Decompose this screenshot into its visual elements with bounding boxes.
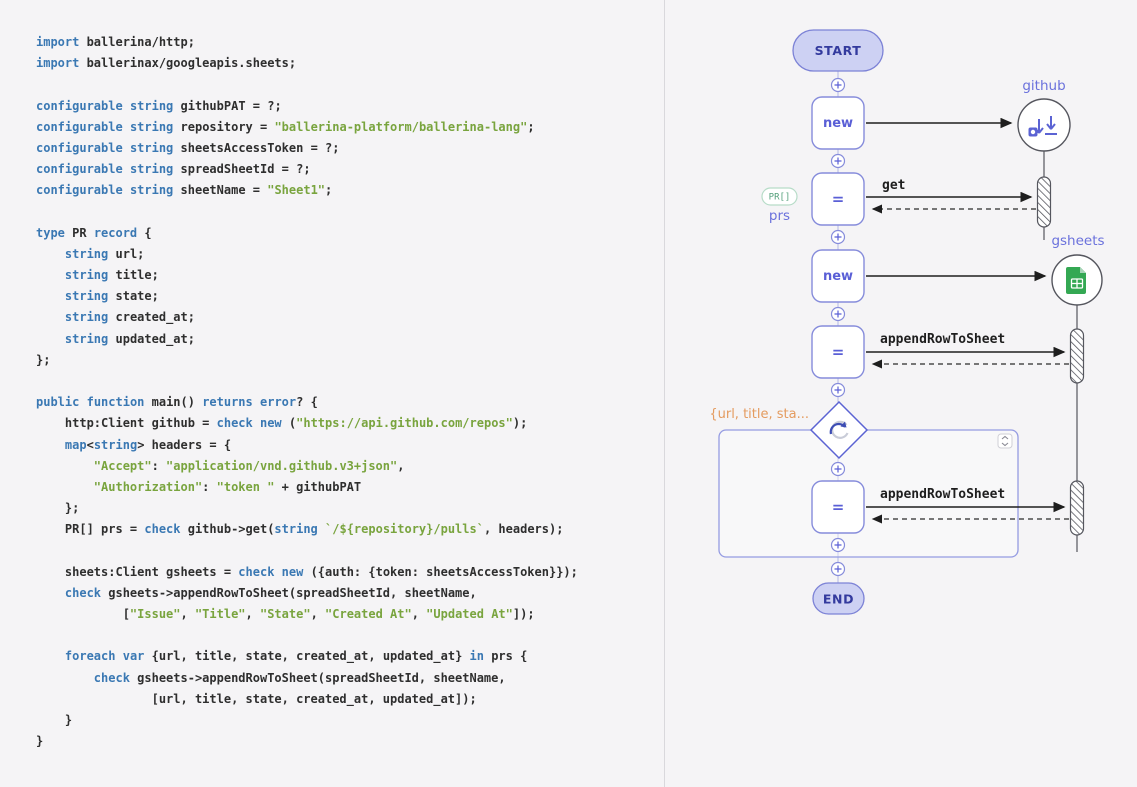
google-sheets-icon [1066, 267, 1086, 294]
code-line: configurable string sheetName = "Sheet1"… [36, 180, 664, 201]
code-line: configurable string repository = "baller… [36, 117, 664, 138]
add-node-button[interactable] [832, 231, 845, 244]
new-github-label: new [823, 116, 853, 131]
code-lines: import ballerina/http;import ballerinax/… [36, 32, 664, 752]
add-node-button[interactable] [832, 79, 845, 92]
code-line: }; [36, 498, 664, 519]
append-header-action-label: appendRowToSheet [880, 332, 1005, 347]
code-line: import ballerinax/googleapis.sheets; [36, 53, 664, 74]
gsheets-endpoint-label: gsheets [1051, 233, 1104, 249]
code-line: string updated_at; [36, 329, 664, 350]
svg-text:PR[]: PR[] [769, 193, 791, 203]
code-line: sheets:Client gsheets = check new ({auth… [36, 562, 664, 583]
collapse-loop-button[interactable] [998, 434, 1012, 448]
code-line: check gsheets->appendRowToSheet(spreadSh… [36, 668, 664, 689]
code-line: string state; [36, 286, 664, 307]
prs-type-badge: PR[] [762, 188, 797, 205]
add-node-button[interactable] [832, 308, 845, 321]
code-line: configurable string githubPAT = ?; [36, 96, 664, 117]
code-line: "Authorization": "token " + githubPAT [36, 477, 664, 498]
code-line: configurable string sheetsAccessToken = … [36, 138, 664, 159]
append-header-node[interactable]: = [812, 326, 864, 378]
github-endpoint-label: github [1022, 78, 1065, 94]
code-line [36, 371, 664, 392]
add-node-button[interactable] [832, 463, 845, 476]
append-row-node[interactable]: = [812, 481, 864, 533]
github-activation-bar [1038, 177, 1051, 227]
add-node-button[interactable] [832, 155, 845, 168]
code-line: } [36, 710, 664, 731]
gsheets-activation-bar [1071, 329, 1084, 383]
end-node: END [813, 583, 864, 614]
code-line: check gsheets->appendRowToSheet(spreadSh… [36, 583, 664, 604]
code-line: string title; [36, 265, 664, 286]
code-line: foreach var {url, title, state, created_… [36, 646, 664, 667]
new-gsheets-label: new [823, 269, 853, 284]
append-row-label: = [832, 498, 845, 516]
add-node-button[interactable] [832, 384, 845, 397]
code-editor[interactable]: import ballerina/http;import ballerinax/… [0, 0, 665, 787]
code-line: PR[] prs = check github->get(string `/${… [36, 519, 664, 540]
code-line [36, 74, 664, 95]
code-line: "Accept": "application/vnd.github.v3+jso… [36, 456, 664, 477]
code-line [36, 541, 664, 562]
gsheets-activation-bar [1071, 481, 1084, 535]
prs-variable-label: prs [769, 208, 790, 224]
start-label: START [815, 43, 862, 58]
code-line: ["Issue", "Title", "State", "Created At"… [36, 604, 664, 625]
code-line: type PR record { [36, 223, 664, 244]
add-node-button[interactable] [832, 539, 845, 552]
code-line: http:Client github = check new ("https:/… [36, 413, 664, 434]
get-action-label: get [882, 178, 905, 193]
append-header-label: = [832, 343, 845, 361]
start-node: START [793, 30, 883, 71]
code-line: string url; [36, 244, 664, 265]
code-line: import ballerina/http; [36, 32, 664, 53]
new-gsheets-client-node[interactable]: new [812, 250, 864, 302]
code-line: configurable string spreadSheetId = ?; [36, 159, 664, 180]
code-line: string created_at; [36, 307, 664, 328]
assign-prs-node[interactable]: = [812, 173, 864, 225]
code-line: } [36, 731, 664, 752]
append-row-action-label: appendRowToSheet [880, 487, 1005, 502]
gsheets-endpoint-node[interactable] [1052, 255, 1102, 305]
code-line: public function main() returns error? { [36, 392, 664, 413]
code-line [36, 625, 664, 646]
code-line [36, 202, 664, 223]
sequence-diagram-canvas[interactable]: START new github = PR[] [665, 0, 1137, 787]
foreach-condition-label: {url, title, sta... [709, 407, 809, 422]
github-endpoint-node[interactable] [1018, 99, 1070, 151]
code-line: [url, title, state, created_at, updated_… [36, 689, 664, 710]
end-label: END [823, 592, 854, 607]
code-line: map<string> headers = { [36, 435, 664, 456]
code-line: }; [36, 350, 664, 371]
add-node-button[interactable] [832, 563, 845, 576]
new-github-client-node[interactable]: new [812, 97, 864, 149]
assign-prs-label: = [832, 190, 845, 208]
